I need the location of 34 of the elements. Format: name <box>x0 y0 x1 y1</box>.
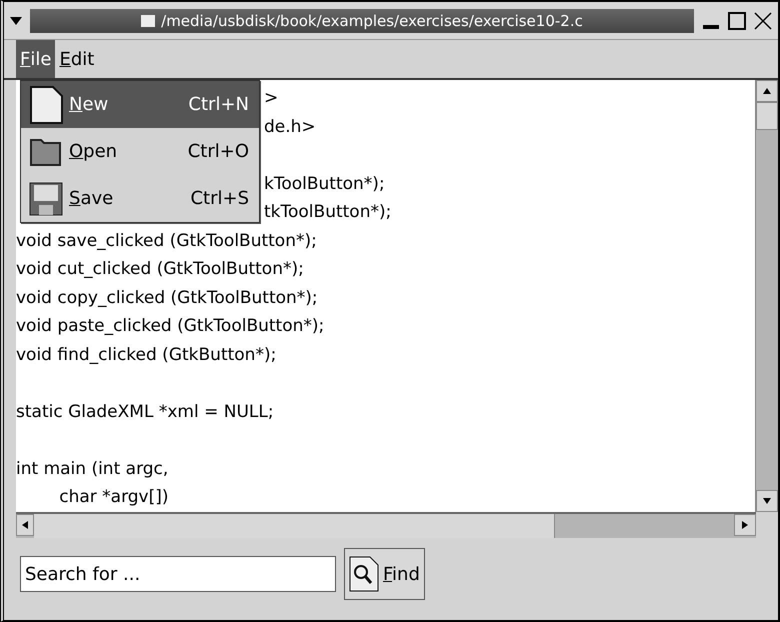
find-button[interactable]: Find <box>344 548 425 600</box>
scroll-thumb[interactable] <box>34 514 555 538</box>
code-line: void copy_clicked (GtkToolButton*); <box>16 286 318 310</box>
search-icon <box>349 556 379 592</box>
search-field[interactable]: Search for ... <box>20 556 336 592</box>
code-line: int main (int argc, <box>16 458 168 480</box>
menu-item[interactable]: Open Ctrl+O <box>21 128 259 175</box>
scroll-left-icon[interactable] <box>20 520 30 530</box>
scroll-down-icon[interactable] <box>762 496 772 506</box>
code-line: > <box>264 87 278 110</box>
scroll-up-icon[interactable] <box>762 86 772 96</box>
code-line: void find_clicked (GtkButton*); <box>16 344 276 366</box>
code-line: void cut_clicked (GtkToolButton*); <box>16 258 304 281</box>
dropdown-arrow-icon[interactable] <box>10 16 22 24</box>
scroll-thumb[interactable] <box>756 102 778 130</box>
code-line: de.h> <box>264 116 316 138</box>
code-line: kToolButton*); <box>264 172 385 196</box>
code-line: tkToolButton*); <box>264 201 392 224</box>
menu-title[interactable]: Edit <box>55 40 98 78</box>
code-line: char *argv[]) <box>58 486 169 509</box>
vertical-scrollbar[interactable] <box>755 80 778 512</box>
code-line: static GladeXML *xml = NULL; <box>16 400 274 424</box>
folder-icon <box>29 136 63 166</box>
menu-item[interactable]: New Ctrl+N <box>21 81 259 128</box>
code-line: void paste_clicked (GtkToolButton*); <box>16 315 324 338</box>
menu-item[interactable]: Save Ctrl+S <box>21 175 259 222</box>
scroll-right-icon[interactable] <box>740 520 750 530</box>
document-icon <box>29 86 63 124</box>
window-title: /media/usbdisk/book/examples/exercises/exercise10-2.c <box>30 8 694 32</box>
close-icon[interactable] <box>754 12 772 30</box>
maximize-icon[interactable] <box>728 12 746 30</box>
code-line: void save_clicked (GtkToolButton*); <box>16 230 317 252</box>
menu-title[interactable]: File <box>16 40 56 78</box>
horizontal-scrollbar[interactable] <box>16 512 756 538</box>
